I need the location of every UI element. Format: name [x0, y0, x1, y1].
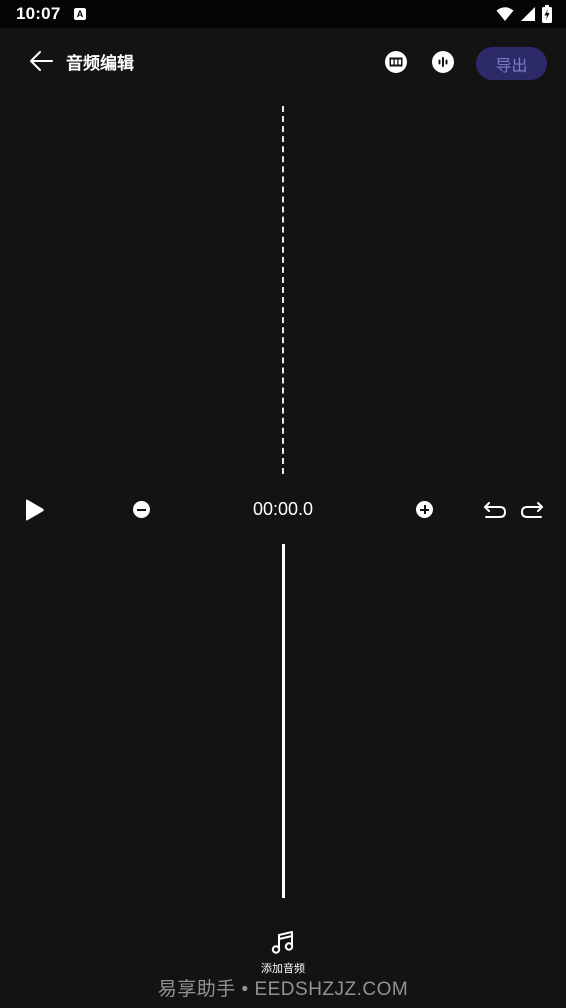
playback-controls: 00:00.0 [0, 490, 566, 530]
playhead-line[interactable] [282, 544, 285, 898]
undo-button[interactable] [482, 498, 508, 522]
music-note-icon [271, 931, 294, 954]
top-bar: 音频编辑 导出 [0, 28, 566, 98]
zoom-in-button[interactable] [416, 501, 433, 518]
film-strip-button[interactable] [385, 51, 407, 73]
play-icon [26, 499, 44, 521]
waveform-area[interactable] [0, 98, 566, 483]
back-arrow-icon [30, 51, 53, 71]
wifi-icon [496, 7, 514, 21]
status-icons [496, 5, 552, 23]
redo-icon [520, 502, 543, 518]
signal-icon [521, 7, 535, 21]
notification-app-icon: A [74, 8, 86, 20]
redo-button[interactable] [519, 498, 545, 522]
page-title: 音频编辑 [66, 54, 134, 73]
dashed-cursor-line [282, 106, 284, 474]
status-time: 10:07 [16, 4, 61, 23]
audio-wave-button[interactable] [432, 51, 454, 73]
watermark-text: 易享助手 • EEDSHZJZ.COM [157, 979, 409, 1000]
undo-icon [484, 502, 507, 518]
back-button[interactable] [24, 46, 58, 76]
export-button[interactable]: 导出 [476, 47, 547, 80]
battery-icon [542, 5, 552, 23]
time-display: 00:00.0 [252, 499, 314, 519]
play-button[interactable] [22, 498, 46, 522]
zoom-out-button[interactable] [133, 501, 150, 518]
status-bar: 10:07 A [0, 0, 566, 28]
film-strip-icon [389, 57, 403, 67]
audio-wave-icon [438, 57, 448, 67]
track-area[interactable] [0, 538, 566, 908]
